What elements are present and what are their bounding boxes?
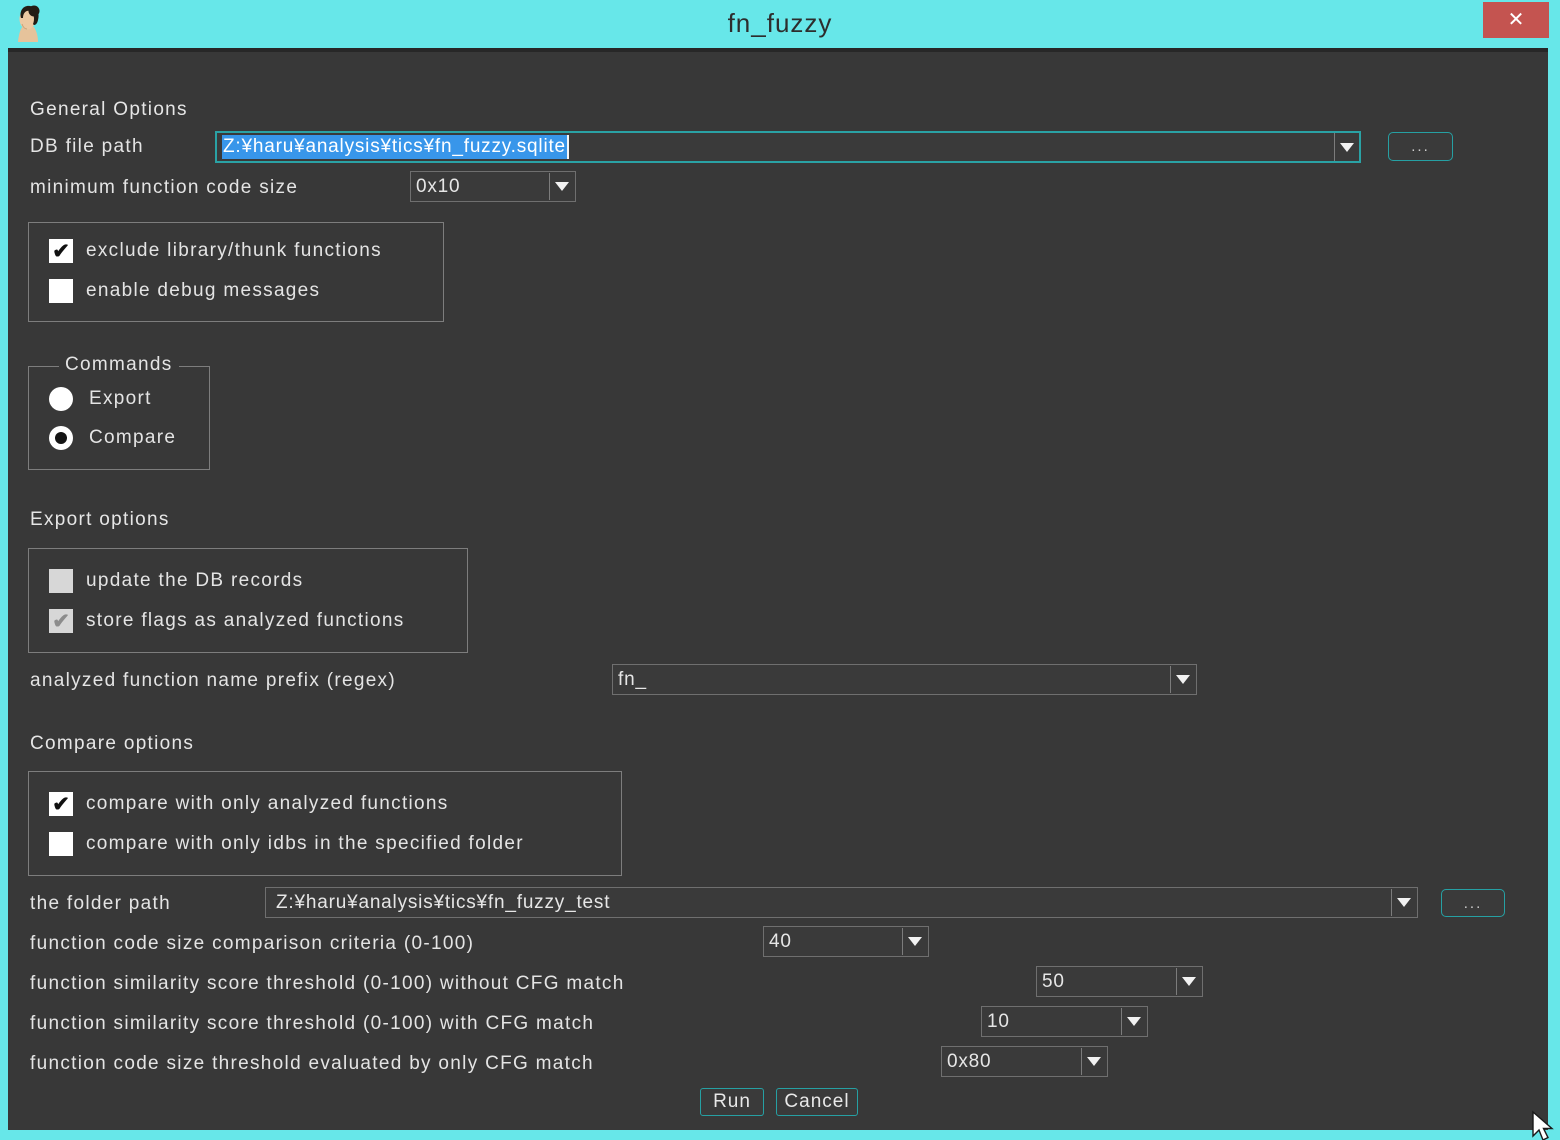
sim-without-cfg-value: 50: [1042, 967, 1174, 996]
chevron-down-icon: [1127, 1017, 1141, 1026]
dialog-body: General Options DB file path Z:¥haru¥ana…: [8, 48, 1548, 1130]
folder-path-label: the folder path: [30, 891, 171, 917]
compare-options-heading: Compare options: [30, 731, 194, 757]
code-size-criteria-label: function code size comparison criteria (…: [30, 931, 474, 957]
db-file-path-browse-button[interactable]: ...: [1388, 132, 1453, 161]
enable-debug-checkbox[interactable]: [49, 279, 73, 303]
export-radio-label: Export: [89, 388, 152, 410]
export-checkbox-group: update the DB records store flags as ana…: [28, 548, 468, 653]
db-file-path-dropdown-arrow[interactable]: [1334, 133, 1359, 161]
folder-path-browse-button[interactable]: ...: [1441, 889, 1505, 917]
sim-without-cfg-label: function similarity score threshold (0-1…: [30, 971, 625, 997]
min-code-size-select[interactable]: 0x10: [410, 171, 576, 202]
sim-without-cfg-dropdown-arrow[interactable]: [1176, 968, 1201, 995]
prefix-input[interactable]: fn_: [612, 664, 1197, 695]
mouse-cursor: [1530, 1110, 1560, 1140]
db-file-path-input[interactable]: Z:¥haru¥analysis¥tics¥fn_fuzzy.sqlite: [215, 131, 1361, 163]
update-db-checkbox: [49, 569, 73, 593]
exclude-library-checkbox[interactable]: [49, 239, 73, 263]
export-options-heading: Export options: [30, 507, 170, 533]
folder-path-dropdown-arrow[interactable]: [1391, 889, 1416, 916]
only-idbs-label: compare with only idbs in the specified …: [86, 833, 524, 855]
general-options-heading: General Options: [30, 97, 188, 123]
store-flags-label: store flags as analyzed functions: [86, 610, 405, 632]
only-analyzed-checkbox[interactable]: [49, 792, 73, 816]
code-size-cfg-select[interactable]: 0x80: [941, 1046, 1108, 1077]
chevron-down-icon: [1176, 675, 1190, 684]
code-size-cfg-label: function code size threshold evaluated b…: [30, 1051, 594, 1077]
general-checkbox-group: exclude library/thunk functions enable d…: [28, 222, 444, 322]
text-caret: [567, 135, 569, 159]
db-file-path-label: DB file path: [30, 134, 144, 160]
sim-with-cfg-select[interactable]: 10: [981, 1006, 1148, 1037]
folder-path-value: Z:¥haru¥analysis¥tics¥fn_fuzzy_test: [276, 888, 1389, 917]
sim-with-cfg-label: function similarity score threshold (0-1…: [30, 1011, 594, 1037]
export-radio[interactable]: [49, 387, 73, 411]
run-button[interactable]: Run: [700, 1088, 764, 1116]
only-analyzed-label: compare with only analyzed functions: [86, 793, 449, 815]
compare-radio-label: Compare: [89, 427, 176, 449]
cancel-button[interactable]: Cancel: [776, 1088, 858, 1116]
sim-without-cfg-select[interactable]: 50: [1036, 966, 1203, 997]
db-file-path-value: Z:¥haru¥analysis¥tics¥fn_fuzzy.sqlite: [222, 135, 567, 159]
code-size-cfg-value: 0x80: [947, 1047, 1079, 1076]
min-code-size-value: 0x10: [416, 172, 547, 201]
only-idbs-checkbox[interactable]: [49, 832, 73, 856]
commands-legend: Commands: [59, 354, 179, 376]
enable-debug-label: enable debug messages: [86, 280, 320, 302]
chevron-down-icon: [908, 937, 922, 946]
chevron-down-icon: [555, 182, 569, 191]
chevron-down-icon: [1087, 1057, 1101, 1066]
prefix-dropdown-arrow[interactable]: [1170, 666, 1195, 693]
code-size-criteria-dropdown-arrow[interactable]: [902, 928, 927, 955]
code-size-criteria-value: 40: [769, 927, 900, 956]
min-code-size-dropdown-arrow[interactable]: [549, 173, 574, 200]
db-file-path-value-wrap: Z:¥haru¥analysis¥tics¥fn_fuzzy.sqlite: [222, 133, 1331, 161]
sim-with-cfg-dropdown-arrow[interactable]: [1121, 1008, 1146, 1035]
chevron-down-icon: [1182, 977, 1196, 986]
code-size-criteria-select[interactable]: 40: [763, 926, 929, 957]
folder-path-input[interactable]: Z:¥haru¥analysis¥tics¥fn_fuzzy_test: [265, 887, 1418, 918]
store-flags-checkbox: [49, 609, 73, 633]
prefix-value: fn_: [618, 665, 1168, 694]
chevron-down-icon: [1340, 143, 1354, 152]
commands-group: Commands Export Compare: [28, 366, 210, 470]
compare-checkbox-group: compare with only analyzed functions com…: [28, 771, 622, 876]
min-code-size-label: minimum function code size: [30, 175, 298, 201]
update-db-label: update the DB records: [86, 570, 303, 592]
chevron-down-icon: [1397, 898, 1411, 907]
code-size-cfg-dropdown-arrow[interactable]: [1081, 1048, 1106, 1075]
sim-with-cfg-value: 10: [987, 1007, 1119, 1036]
compare-radio[interactable]: [49, 426, 73, 450]
prefix-label: analyzed function name prefix (regex): [30, 668, 396, 694]
exclude-library-label: exclude library/thunk functions: [86, 240, 382, 262]
